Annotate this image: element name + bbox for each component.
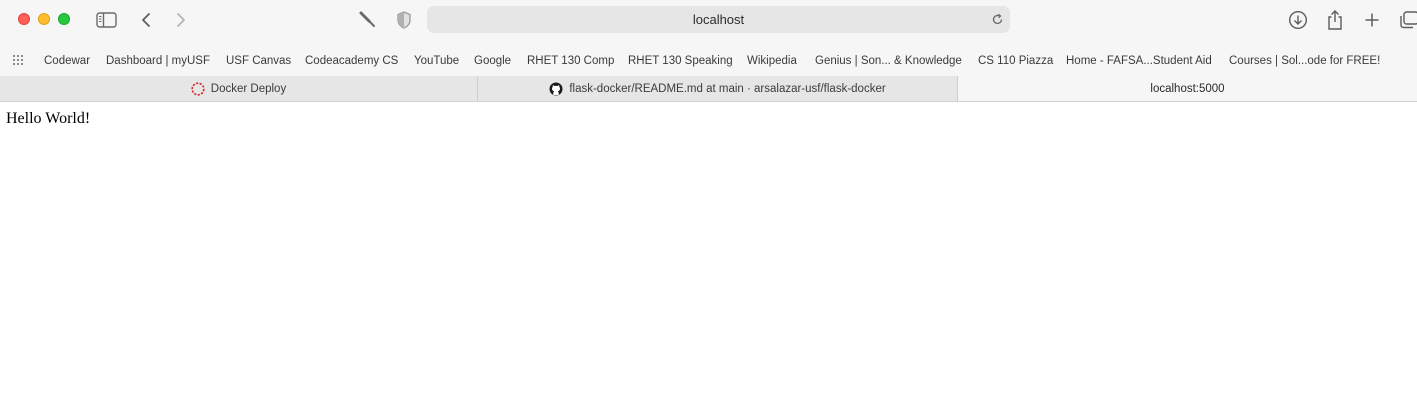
back-icon[interactable] [134,8,158,32]
bookmark-item[interactable]: USF Canvas [226,55,291,67]
bookmark-item[interactable]: Codeacademy CS [305,55,398,67]
minimize-window-button[interactable] [38,13,50,25]
bookmark-item[interactable]: Wikipedia [747,55,797,67]
tab-github-readme[interactable]: flask-docker/README.md at main · arsalaz… [478,76,958,101]
new-tab-icon[interactable] [1360,8,1384,32]
bookmarks-bar: Codewar Dashboard | myUSF USF Canvas Cod… [0,44,1417,76]
share-icon[interactable] [1323,8,1347,32]
privacy-shield-icon[interactable] [392,8,416,32]
apps-grid-icon[interactable] [13,55,27,69]
tab-docker-deploy[interactable]: Docker Deploy [0,76,478,101]
tab-bar: Docker Deploy flask-docker/README.md at … [0,76,1417,102]
page-content: Hello World! [0,102,1417,413]
page-body-text: Hello World! [6,110,91,127]
bookmark-item[interactable]: Codewar [44,55,90,67]
url-text[interactable]: localhost [427,12,1010,27]
docker-deploy-favicon [191,81,205,96]
bookmark-item[interactable]: CS 110 Piazza [978,55,1053,67]
bookmark-item[interactable]: YouTube [414,55,459,67]
bookmark-item[interactable]: Courses | Sol...ode for FREE! [1229,55,1380,67]
zoom-window-button[interactable] [58,13,70,25]
github-icon [549,82,563,96]
tab-label: flask-docker/README.md at main · arsalaz… [569,82,886,95]
bookmark-item[interactable]: Genius | Son... & Knowledge [815,55,962,67]
tab-localhost-active[interactable]: localhost:5000 [958,76,1417,101]
sidebar-icon[interactable] [94,8,118,32]
bookmark-item[interactable]: RHET 130 Comp [527,55,614,67]
bookmark-item[interactable]: Home - FAFSA...Student Aid [1066,55,1212,67]
bookmark-item[interactable]: Dashboard | myUSF [106,55,210,67]
browser-toolbar: localhost [0,0,1417,44]
reload-icon[interactable] [988,10,1006,28]
bookmark-item[interactable]: Google [474,55,511,67]
forward-icon[interactable] [169,8,193,32]
tab-label: Docker Deploy [210,82,287,95]
paintbrush-icon[interactable] [356,8,380,32]
tab-overview-icon[interactable] [1397,8,1417,32]
close-window-button[interactable] [18,13,30,25]
address-bar[interactable]: localhost [427,6,1010,33]
tab-label: localhost:5000 [1150,82,1225,95]
bookmark-item[interactable]: RHET 130 Speaking [628,55,733,67]
download-icon[interactable] [1286,8,1310,32]
